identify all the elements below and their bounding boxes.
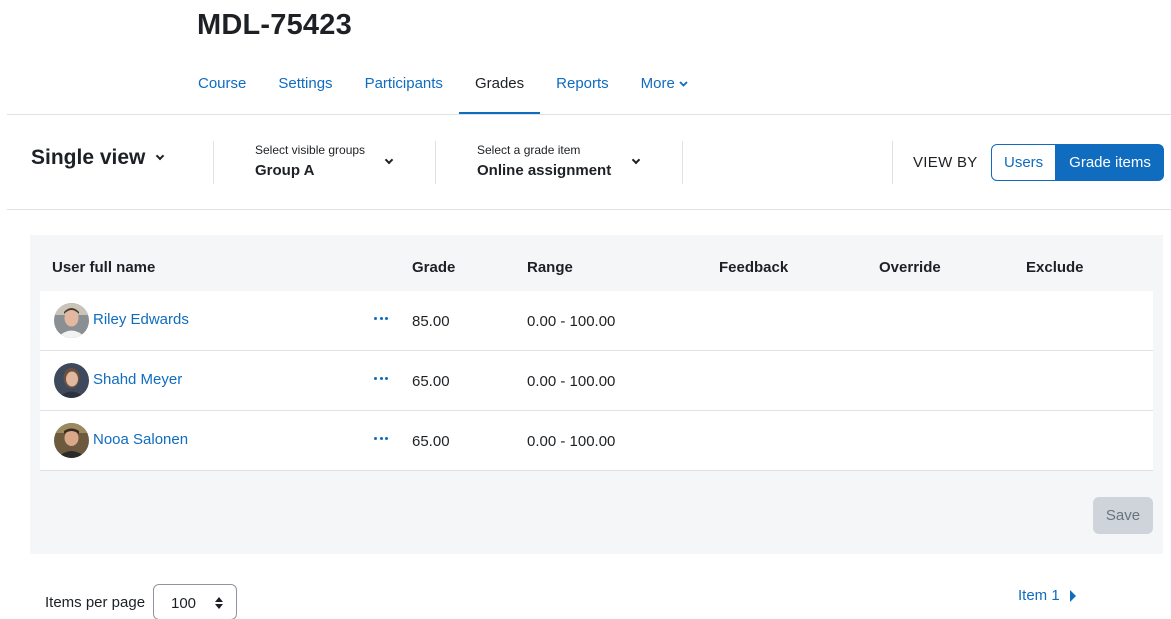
group-selector-label: Select visible groups	[255, 143, 366, 157]
chevron-down-icon	[679, 81, 688, 87]
column-header-feedback: Feedback	[719, 259, 789, 276]
page-title: MDL-75423	[197, 9, 352, 41]
more-actions-icon[interactable]	[374, 371, 388, 385]
more-actions-icon[interactable]	[374, 431, 388, 445]
chevron-down-icon	[156, 151, 165, 161]
table-row: Riley Edwards 85.00 0.00 - 100.00	[40, 291, 1153, 351]
column-header-exclude: Exclude	[1026, 259, 1084, 276]
group-selector-value: Group A	[255, 162, 315, 179]
grade-value: 65.00	[412, 433, 450, 450]
more-actions-icon[interactable]	[374, 311, 388, 325]
grade-item-selector-label: Select a grade item	[477, 143, 581, 157]
range-value: 0.00 - 100.00	[527, 373, 616, 390]
items-per-page-select[interactable]: 100	[153, 584, 237, 619]
tab-reports[interactable]: Reports	[540, 58, 625, 115]
secondary-navigation: Course Settings Participants Grades Repo…	[182, 58, 704, 115]
save-button[interactable]: Save	[1093, 497, 1153, 534]
tab-grades[interactable]: Grades	[458, 58, 541, 115]
column-header-override: Override	[879, 259, 941, 276]
column-header-grade: Grade	[412, 259, 456, 276]
view-by-users-button[interactable]: Users	[991, 144, 1057, 181]
tab-more-label: More	[640, 75, 675, 92]
grade-value: 85.00	[412, 313, 450, 330]
divider	[682, 141, 683, 184]
column-header-user: User full name	[52, 259, 156, 276]
user-photo-icon[interactable]	[54, 363, 89, 398]
next-item-label: Item 1	[1018, 587, 1060, 604]
range-value: 0.00 - 100.00	[527, 433, 616, 450]
tab-more[interactable]: More	[625, 58, 704, 115]
grade-toolbar: Single view Select visible groups Group …	[7, 115, 1171, 210]
tab-settings[interactable]: Settings	[262, 58, 348, 115]
range-value: 0.00 - 100.00	[527, 313, 616, 330]
tab-course[interactable]: Course	[182, 58, 262, 115]
caret-right-icon	[1069, 589, 1076, 602]
user-name-link[interactable]: Nooa Salonen	[93, 431, 188, 448]
table-row: Shahd Meyer 65.00 0.00 - 100.00	[40, 351, 1153, 411]
user-photo-icon[interactable]	[54, 303, 89, 338]
column-header-range: Range	[527, 259, 573, 276]
divider	[892, 141, 893, 184]
user-photo-icon[interactable]	[54, 423, 89, 458]
report-view-label: Single view	[31, 146, 146, 169]
grades-panel: User full name Grade Range Feedback Over…	[30, 235, 1163, 554]
grade-value: 65.00	[412, 373, 450, 390]
tab-participants[interactable]: Participants	[349, 58, 459, 115]
divider	[213, 141, 214, 184]
grades-table-body: Riley Edwards 85.00 0.00 - 100.00 Shahd …	[40, 291, 1153, 471]
grade-item-selector-value: Online assignment	[477, 162, 612, 179]
next-item-link[interactable]: Item 1	[1018, 587, 1076, 604]
items-per-page-label: Items per page	[45, 594, 146, 611]
select-arrows-icon	[215, 597, 223, 609]
view-by-toggle: Users Grade items	[991, 144, 1164, 181]
view-by-label: VIEW BY	[913, 154, 978, 171]
report-view-selector[interactable]: Single view	[31, 146, 165, 170]
view-by-grade-items-button[interactable]: Grade items	[1056, 144, 1164, 181]
user-name-link[interactable]: Riley Edwards	[93, 311, 189, 328]
table-row: Nooa Salonen 65.00 0.00 - 100.00	[40, 411, 1153, 471]
grade-item-selector[interactable]: Select a grade item Online assignment	[477, 143, 647, 179]
divider	[435, 141, 436, 184]
group-selector[interactable]: Select visible groups Group A	[255, 143, 400, 179]
items-per-page-value: 100	[171, 595, 197, 612]
user-name-link[interactable]: Shahd Meyer	[93, 371, 182, 388]
